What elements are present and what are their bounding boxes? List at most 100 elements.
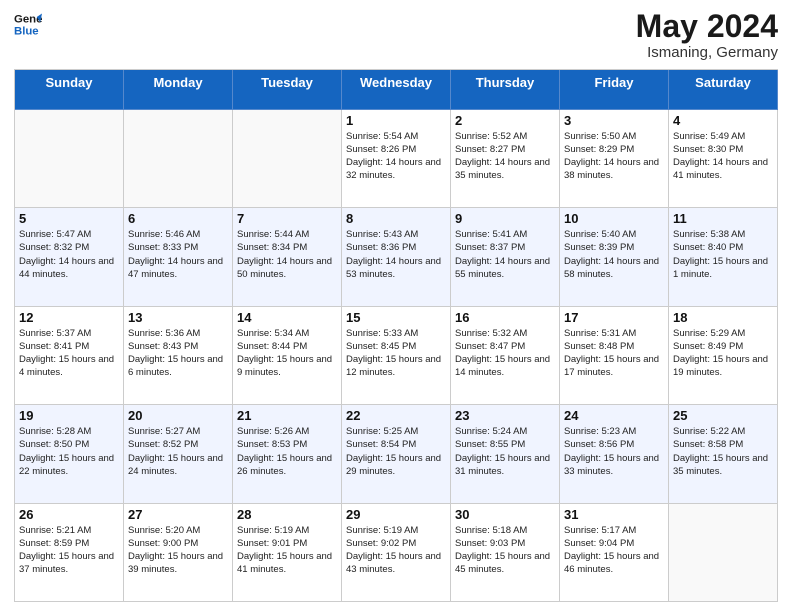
day-cell-17: 17 Sunrise: 5:31 AM Sunset: 8:48 PM Dayli… [560,307,669,406]
day-cell-31: 31 Sunrise: 5:17 AM Sunset: 9:04 PM Dayli… [560,504,669,603]
cell-info: Sunrise: 5:21 AM Sunset: 8:59 PM Dayligh… [19,524,119,577]
cell-info: Sunrise: 5:52 AM Sunset: 8:27 PM Dayligh… [455,130,555,183]
cell-info: Sunrise: 5:44 AM Sunset: 8:34 PM Dayligh… [237,228,337,281]
header: General Blue May 2024 Ismaning, Germany [14,10,778,61]
day-cell-5: 5 Sunrise: 5:47 AM Sunset: 8:32 PM Daylig… [15,208,124,307]
cell-info: Sunrise: 5:41 AM Sunset: 8:37 PM Dayligh… [455,228,555,281]
day-cell-6: 6Sunrise: 5:46 AM Sunset: 8:33 PM Daylig… [124,208,233,307]
cell-info: Sunrise: 5:49 AM Sunset: 8:30 PM Dayligh… [673,130,773,183]
empty-cell [15,110,124,209]
cell-info: Sunrise: 5:54 AM Sunset: 8:26 PM Dayligh… [346,130,446,183]
cell-date: 27 [128,507,228,522]
day-cell-24: 24Sunrise: 5:23 AM Sunset: 8:56 PM Dayli… [560,405,669,504]
cell-info: Sunrise: 5:37 AM Sunset: 8:41 PM Dayligh… [19,327,119,380]
cell-date: 26 [19,507,119,522]
cal-grid: SundayMondayTuesdayWednesdayThursdayFrid… [14,69,778,602]
day-cell-29: 29 Sunrise: 5:19 AM Sunset: 9:02 PM Dayli… [342,504,451,603]
day-cell-14: 14 Sunrise: 5:34 AM Sunset: 8:44 PM Dayli… [233,307,342,406]
cell-info: Sunrise: 5:17 AM Sunset: 9:04 PM Dayligh… [564,524,664,577]
cell-date: 4 [673,113,773,128]
cell-info: Sunrise: 5:38 AM Sunset: 8:40 PM Dayligh… [673,228,773,281]
cell-info: Sunrise: 5:31 AM Sunset: 8:48 PM Dayligh… [564,327,664,380]
cell-info: Sunrise: 5:40 AM Sunset: 8:39 PM Dayligh… [564,228,664,281]
cell-date: 8 [346,211,446,226]
day-cell-23: 23Sunrise: 5:24 AM Sunset: 8:55 PM Dayli… [451,405,560,504]
cell-date: 30 [455,507,555,522]
day-header-thursday: Thursday [451,70,560,110]
cell-date: 12 [19,310,119,325]
day-header-saturday: Saturday [669,70,778,110]
cell-date: 21 [237,408,337,423]
day-header-sunday: Sunday [15,70,124,110]
cell-info: Sunrise: 5:29 AM Sunset: 8:49 PM Dayligh… [673,327,773,380]
day-cell-26: 26 Sunrise: 5:21 AM Sunset: 8:59 PM Dayli… [15,504,124,603]
cell-info: Sunrise: 5:32 AM Sunset: 8:47 PM Dayligh… [455,327,555,380]
cell-info: Sunrise: 5:50 AM Sunset: 8:29 PM Dayligh… [564,130,664,183]
day-cell-30: 30 Sunrise: 5:18 AM Sunset: 9:03 PM Dayli… [451,504,560,603]
day-cell-4: 4 Sunrise: 5:49 AM Sunset: 8:30 PM Daylig… [669,110,778,209]
day-cell-25: 25Sunrise: 5:22 AM Sunset: 8:58 PM Dayli… [669,405,778,504]
day-cell-16: 16 Sunrise: 5:32 AM Sunset: 8:47 PM Dayli… [451,307,560,406]
day-cell-15: 15 Sunrise: 5:33 AM Sunset: 8:45 PM Dayli… [342,307,451,406]
day-cell-13: 13 Sunrise: 5:36 AM Sunset: 8:43 PM Dayli… [124,307,233,406]
cell-info: Sunrise: 5:27 AM Sunset: 8:52 PM Dayligh… [128,425,228,478]
day-cell-3: 3 Sunrise: 5:50 AM Sunset: 8:29 PM Daylig… [560,110,669,209]
day-cell-10: 10Sunrise: 5:40 AM Sunset: 8:39 PM Dayli… [560,208,669,307]
day-cell-27: 27 Sunrise: 5:20 AM Sunset: 9:00 PM Dayli… [124,504,233,603]
day-cell-11: 11 Sunrise: 5:38 AM Sunset: 8:40 PM Dayli… [669,208,778,307]
cell-info: Sunrise: 5:20 AM Sunset: 9:00 PM Dayligh… [128,524,228,577]
cell-date: 6 [128,211,228,226]
empty-cell [669,504,778,603]
cell-info: Sunrise: 5:33 AM Sunset: 8:45 PM Dayligh… [346,327,446,380]
cell-info: Sunrise: 5:28 AM Sunset: 8:50 PM Dayligh… [19,425,119,478]
day-cell-20: 20Sunrise: 5:27 AM Sunset: 8:52 PM Dayli… [124,405,233,504]
cell-date: 18 [673,310,773,325]
cell-info: Sunrise: 5:34 AM Sunset: 8:44 PM Dayligh… [237,327,337,380]
cell-date: 31 [564,507,664,522]
logo: General Blue [14,10,42,38]
cell-info: Sunrise: 5:24 AM Sunset: 8:55 PM Dayligh… [455,425,555,478]
calendar: SundayMondayTuesdayWednesdayThursdayFrid… [14,69,778,602]
location: Ismaning, Germany [636,44,778,61]
cell-date: 17 [564,310,664,325]
day-cell-7: 7 Sunrise: 5:44 AM Sunset: 8:34 PM Daylig… [233,208,342,307]
cell-date: 29 [346,507,446,522]
cell-info: Sunrise: 5:19 AM Sunset: 9:01 PM Dayligh… [237,524,337,577]
cell-info: Sunrise: 5:18 AM Sunset: 9:03 PM Dayligh… [455,524,555,577]
cell-info: Sunrise: 5:43 AM Sunset: 8:36 PM Dayligh… [346,228,446,281]
cell-date: 13 [128,310,228,325]
day-cell-22: 22 Sunrise: 5:25 AM Sunset: 8:54 PM Dayli… [342,405,451,504]
empty-cell [233,110,342,209]
cell-date: 25 [673,408,773,423]
cell-date: 11 [673,211,773,226]
cell-date: 22 [346,408,446,423]
cell-info: Sunrise: 5:19 AM Sunset: 9:02 PM Dayligh… [346,524,446,577]
title-block: May 2024 Ismaning, Germany [636,10,778,61]
month-title: May 2024 [636,10,778,42]
page: General Blue May 2024 Ismaning, Germany … [0,0,792,612]
cell-date: 5 [19,211,119,226]
cell-date: 1 [346,113,446,128]
svg-text:Blue: Blue [14,26,39,38]
day-header-monday: Monday [124,70,233,110]
svg-text:General: General [14,13,42,25]
cell-date: 7 [237,211,337,226]
day-cell-21: 21 Sunrise: 5:26 AM Sunset: 8:53 PM Dayli… [233,405,342,504]
day-header-tuesday: Tuesday [233,70,342,110]
cell-info: Sunrise: 5:26 AM Sunset: 8:53 PM Dayligh… [237,425,337,478]
day-cell-2: 2Sunrise: 5:52 AM Sunset: 8:27 PM Daylig… [451,110,560,209]
empty-cell [124,110,233,209]
cell-date: 9 [455,211,555,226]
day-cell-12: 12 Sunrise: 5:37 AM Sunset: 8:41 PM Dayli… [15,307,124,406]
cell-info: Sunrise: 5:36 AM Sunset: 8:43 PM Dayligh… [128,327,228,380]
cell-date: 28 [237,507,337,522]
cell-date: 16 [455,310,555,325]
cell-date: 3 [564,113,664,128]
logo-icon: General Blue [14,10,42,38]
cell-date: 14 [237,310,337,325]
cell-date: 15 [346,310,446,325]
cell-info: Sunrise: 5:47 AM Sunset: 8:32 PM Dayligh… [19,228,119,281]
cell-info: Sunrise: 5:25 AM Sunset: 8:54 PM Dayligh… [346,425,446,478]
day-cell-18: 18 Sunrise: 5:29 AM Sunset: 8:49 PM Dayli… [669,307,778,406]
cell-date: 19 [19,408,119,423]
